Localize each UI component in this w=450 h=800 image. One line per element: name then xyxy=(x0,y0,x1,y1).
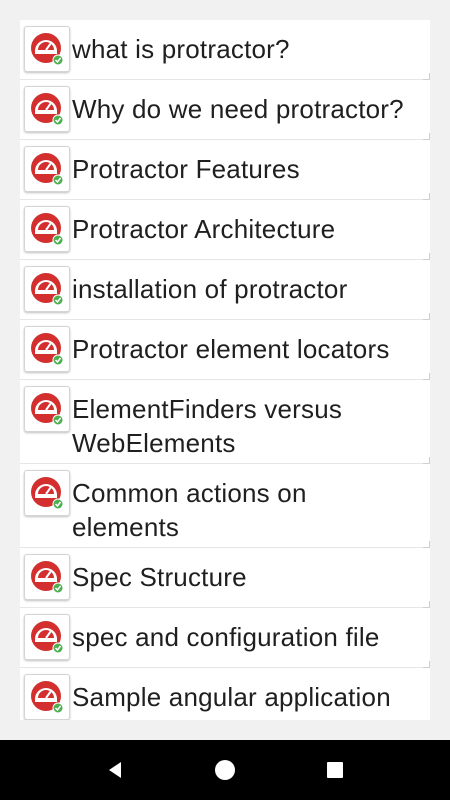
item-corner xyxy=(423,313,430,320)
item-corner xyxy=(423,73,430,80)
item-corner xyxy=(423,133,430,140)
list-item-label: Sample angular application xyxy=(72,682,391,712)
list-item-what-is-protractor[interactable]: what is protractor? xyxy=(20,20,430,80)
list-item-common-actions[interactable]: Common actions on elements xyxy=(20,464,430,548)
item-corner xyxy=(423,253,430,260)
list-item-label: Protractor Features xyxy=(72,154,300,184)
protractor-logo-icon xyxy=(24,674,70,720)
list-item-spec-config[interactable]: spec and configuration file xyxy=(20,608,430,668)
list-item-protractor-features[interactable]: Protractor Features xyxy=(20,140,430,200)
list-item-element-locators[interactable]: Protractor element locators xyxy=(20,320,430,380)
protractor-logo-icon xyxy=(24,470,70,516)
system-navigation-bar xyxy=(0,740,450,800)
protractor-logo-icon xyxy=(24,326,70,372)
list-item-label: spec and configuration file xyxy=(72,622,380,652)
list-item-label: Protractor element locators xyxy=(72,334,390,364)
protractor-logo-icon xyxy=(24,146,70,192)
app-screen: what is protractor? Why do we need protr… xyxy=(0,0,450,800)
item-corner xyxy=(423,373,430,380)
list-item-label: Why do we need protractor? xyxy=(72,94,404,124)
list-item-sample-angular[interactable]: Sample angular application xyxy=(20,668,430,720)
back-button[interactable] xyxy=(95,750,135,790)
home-button[interactable] xyxy=(205,750,245,790)
protractor-logo-icon xyxy=(24,206,70,252)
item-corner xyxy=(423,661,430,668)
item-corner xyxy=(423,193,430,200)
list-item-label: what is protractor? xyxy=(72,34,290,64)
list-item-protractor-architecture[interactable]: Protractor Architecture xyxy=(20,200,430,260)
list-item-label: Spec Structure xyxy=(72,562,247,592)
protractor-logo-icon xyxy=(24,86,70,132)
item-corner xyxy=(423,601,430,608)
list-item-label: Common actions on elements xyxy=(72,478,307,542)
item-corner xyxy=(423,457,430,464)
back-icon xyxy=(109,762,121,778)
protractor-logo-icon xyxy=(24,26,70,72)
topic-list: what is protractor? Why do we need protr… xyxy=(20,20,430,720)
list-item-why-need-protractor[interactable]: Why do we need protractor? xyxy=(20,80,430,140)
list-item-label: ElementFinders versus WebElements xyxy=(72,394,343,458)
list-item-label: installation of protractor xyxy=(72,274,348,304)
protractor-logo-icon xyxy=(24,554,70,600)
protractor-logo-icon xyxy=(24,266,70,312)
protractor-logo-icon xyxy=(24,614,70,660)
protractor-logo-icon xyxy=(24,386,70,432)
list-item-installation[interactable]: installation of protractor xyxy=(20,260,430,320)
recents-button[interactable] xyxy=(315,750,355,790)
list-item-spec-structure[interactable]: Spec Structure xyxy=(20,548,430,608)
recents-icon xyxy=(327,762,343,778)
item-corner xyxy=(423,541,430,548)
list-item-label: Protractor Architecture xyxy=(72,214,336,244)
home-icon xyxy=(215,760,235,780)
list-item-elementfinders[interactable]: ElementFinders versus WebElements xyxy=(20,380,430,464)
